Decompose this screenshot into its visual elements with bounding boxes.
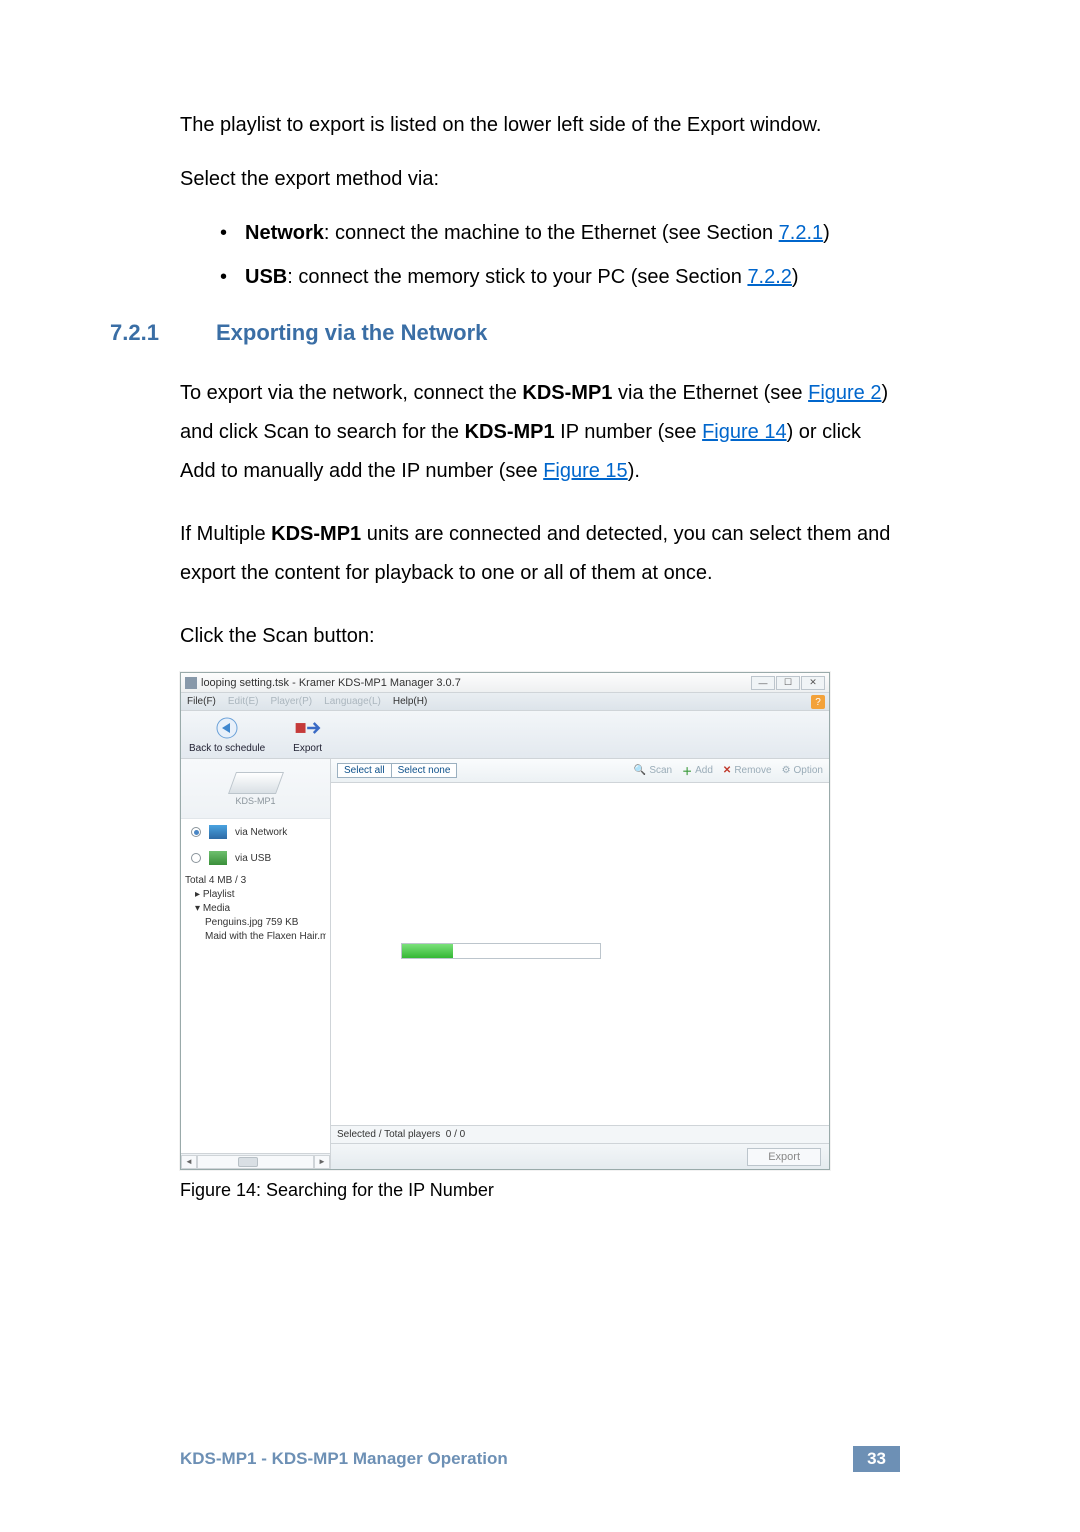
page-footer: KDS-MP1 - KDS-MP1 Manager Operation 33 (180, 1446, 900, 1472)
option-button[interactable]: ⚙Option (782, 763, 823, 778)
radio-unselected-icon (191, 853, 201, 863)
footer-text: KDS-MP1 - KDS-MP1 Manager Operation (180, 1449, 508, 1469)
total-size-label: Total 4 MB / 3 (181, 871, 330, 888)
toolbar: Back to schedule Export (181, 711, 829, 759)
bullet-network-text: : connect the machine to the Ethernet (s… (324, 222, 779, 244)
bullet-network-label: Network (245, 222, 324, 244)
status-label: Selected / Total players (337, 1129, 440, 1140)
app-icon (185, 677, 197, 689)
gear-icon: ⚙ (782, 765, 791, 776)
sidebar-scrollbar[interactable]: ◄ ► (181, 1153, 330, 1169)
minimize-button[interactable]: — (751, 676, 775, 690)
add-button[interactable]: ＋Add (682, 763, 713, 778)
player-list-body (331, 783, 829, 1125)
menu-edit: Edit(E) (228, 696, 259, 707)
export-toolbar-button[interactable]: Export (293, 715, 322, 754)
section-title: Exporting via the Network (216, 320, 487, 346)
link-figure-15[interactable]: Figure 15 (543, 460, 628, 482)
export-icon (294, 715, 322, 741)
radio-via-usb[interactable]: via USB (181, 845, 330, 871)
list-toolbar: Select all Select none 🔍Scan ＋Add ✕Remov… (331, 759, 829, 783)
titlebar: looping setting.tsk - Kramer KDS-MP1 Man… (181, 673, 829, 693)
select-all-button[interactable]: Select all (337, 763, 392, 778)
menu-help[interactable]: Help(H) (393, 696, 427, 707)
link-figure-14[interactable]: Figure 14 (702, 421, 787, 443)
help-icon[interactable]: ? (811, 695, 825, 709)
section-heading: 7.2.1 Exporting via the Network (180, 320, 900, 346)
scroll-right-button[interactable]: ► (314, 1155, 330, 1169)
maximize-button[interactable]: ☐ (776, 676, 800, 690)
menu-player: Player(P) (270, 696, 312, 707)
link-section-722[interactable]: 7.2.2 (747, 266, 791, 288)
intro-paragraph-1: The playlist to export is listed on the … (180, 110, 900, 140)
para-network-1: To export via the network, connect the K… (180, 374, 900, 491)
bullet-dot-icon: • (220, 262, 227, 292)
scroll-left-button[interactable]: ◄ (181, 1155, 197, 1169)
bullet-network: • Network: connect the machine to the Et… (220, 218, 900, 248)
progress-fill (402, 944, 453, 958)
tree-playlist[interactable]: ▸ Playlist (185, 888, 326, 902)
bullet-list: • Network: connect the machine to the Et… (220, 218, 900, 292)
back-arrow-icon (213, 715, 241, 741)
usb-icon (209, 851, 227, 865)
select-none-button[interactable]: Select none (392, 763, 458, 778)
export-button[interactable]: Export (747, 1148, 821, 1166)
tree-item-penguins[interactable]: Penguins.jpg 759 KB (185, 916, 326, 930)
plus-icon: ＋ (682, 763, 692, 778)
link-figure-2[interactable]: Figure 2 (808, 382, 881, 404)
scroll-thumb[interactable] (238, 1157, 258, 1167)
app-window: looping setting.tsk - Kramer KDS-MP1 Man… (180, 672, 830, 1170)
link-section-721[interactable]: 7.2.1 (779, 222, 823, 244)
menubar: File(F) Edit(E) Player(P) Language(L) He… (181, 693, 829, 711)
remove-icon: ✕ (723, 765, 731, 776)
device-label: KDS-MP1 (235, 796, 275, 806)
bullet-dot-icon: • (220, 218, 227, 248)
para-click-scan: Click the Scan button: (180, 617, 900, 656)
status-bar: Selected / Total players 0 / 0 (331, 1125, 829, 1143)
scan-button[interactable]: 🔍Scan (634, 763, 672, 778)
bullet-usb: • USB: connect the memory stick to your … (220, 262, 900, 292)
search-icon: 🔍 (634, 765, 646, 776)
scroll-track[interactable] (197, 1155, 314, 1169)
remove-button[interactable]: ✕Remove (723, 763, 772, 778)
status-value: 0 / 0 (446, 1129, 465, 1140)
bullet-usb-label: USB (245, 266, 287, 288)
radio-selected-icon (191, 827, 201, 837)
page-number: 33 (853, 1446, 900, 1472)
menu-file[interactable]: File(F) (187, 696, 216, 707)
device-panel: KDS-MP1 (181, 759, 330, 819)
figure-caption: Figure 14: Searching for the IP Number (180, 1180, 900, 1201)
close-button[interactable]: ✕ (801, 676, 825, 690)
device-icon (227, 772, 283, 794)
tree-media[interactable]: ▾ Media (185, 902, 326, 916)
tree-item-maid[interactable]: Maid with the Flaxen Hair.mp. (185, 930, 326, 944)
scan-progressbar (401, 943, 601, 959)
menu-language: Language(L) (324, 696, 381, 707)
sidebar: KDS-MP1 via Network via USB Total 4 MB /… (181, 759, 331, 1169)
intro-paragraph-2: Select the export method via: (180, 164, 900, 194)
section-number: 7.2.1 (110, 320, 180, 346)
back-to-schedule-button[interactable]: Back to schedule (189, 715, 265, 754)
bottom-bar: Export (331, 1143, 829, 1169)
bullet-usb-text: : connect the memory stick to your PC (s… (287, 266, 747, 288)
network-icon (209, 825, 227, 839)
window-title: looping setting.tsk - Kramer KDS-MP1 Man… (201, 677, 461, 689)
para-network-2: If Multiple KDS-MP1 units are connected … (180, 515, 900, 593)
radio-via-network[interactable]: via Network (181, 819, 330, 845)
export-tree: ▸ Playlist ▾ Media Penguins.jpg 759 KB M… (181, 888, 330, 944)
player-list-area: Select all Select none 🔍Scan ＋Add ✕Remov… (331, 759, 829, 1169)
